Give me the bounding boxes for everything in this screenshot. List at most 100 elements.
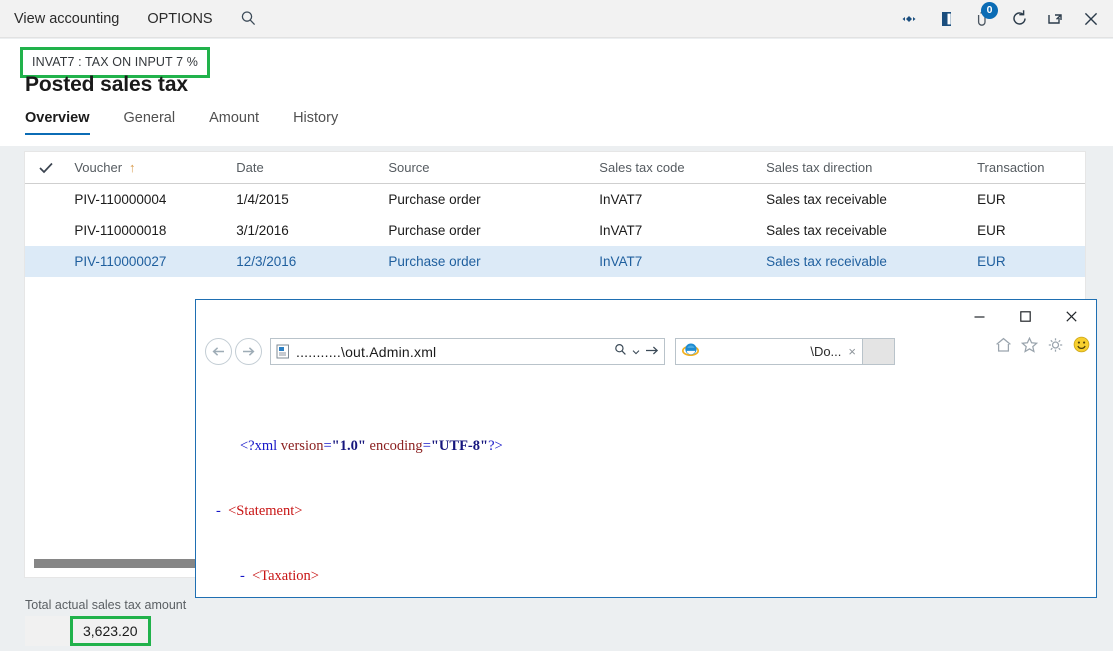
grid-header-row: Voucher ↑ Date Source Sales tax code Sale…	[25, 152, 1085, 184]
xml-eq: =	[323, 437, 332, 454]
xml-eq: =	[422, 437, 431, 454]
total-amount-row: 3,623.20	[25, 616, 425, 646]
browser-tab-title: \Do...	[810, 344, 842, 359]
chevron-down-icon[interactable]	[632, 343, 640, 361]
cell-sales-tax-direction[interactable]: Sales tax receivable	[766, 192, 977, 207]
table-row[interactable]: PIV-110000018 3/1/2016 Purchase order In…	[25, 215, 1085, 246]
tab-strip: Overview General Amount History	[0, 110, 1113, 146]
refresh-icon[interactable]	[1001, 0, 1037, 38]
browser-tab-strip: \Do... ×	[675, 338, 895, 365]
xml-decl-open: <?xml	[240, 437, 281, 454]
tab-general[interactable]: General	[124, 110, 176, 135]
attachments-icon[interactable]: 0	[965, 0, 1001, 38]
tab-close-icon[interactable]: ×	[848, 344, 856, 359]
arrow-right-icon[interactable]	[645, 343, 659, 361]
cell-source[interactable]: Purchase order	[388, 254, 599, 269]
new-tab-button[interactable]	[863, 338, 895, 365]
view-accounting-menu[interactable]: View accounting	[0, 0, 133, 38]
attachments-badge: 0	[981, 1, 998, 19]
column-header-sales-tax-direction[interactable]: Sales tax direction	[766, 160, 977, 175]
totals-section: Total actual sales tax amount 3,623.20	[25, 598, 425, 646]
cell-date[interactable]: 3/1/2016	[236, 223, 388, 238]
cell-source[interactable]: Purchase order	[388, 192, 599, 207]
window-controls	[956, 300, 1094, 333]
topbar-menu-group: View accounting OPTIONS	[0, 0, 271, 37]
cell-sales-tax-code[interactable]: InVAT7	[599, 223, 766, 238]
xml-decl-close: ?>	[488, 437, 503, 454]
popout-icon[interactable]	[1037, 0, 1073, 38]
address-bar-url[interactable]: ...........\out.Admin.xml	[296, 344, 609, 360]
xml-taxation-open-line: - <Taxation>	[216, 568, 1096, 584]
forward-arrow-icon[interactable]	[235, 338, 262, 365]
column-header-transaction[interactable]: Transaction	[977, 160, 1085, 175]
xml-space	[245, 568, 252, 584]
office-app-icon[interactable]	[929, 0, 965, 38]
options-menu[interactable]: OPTIONS	[133, 0, 226, 38]
cell-source[interactable]: Purchase order	[388, 223, 599, 238]
cell-transaction[interactable]: EUR	[977, 192, 1085, 207]
diamond-settings-icon[interactable]	[893, 0, 929, 38]
topbar-icon-group: 0	[893, 0, 1113, 37]
total-amount-label: Total actual sales tax amount	[25, 598, 187, 612]
cell-date[interactable]: 12/3/2016	[236, 254, 388, 269]
browser-command-icons	[995, 336, 1090, 353]
cell-date[interactable]: 1/4/2015	[236, 192, 388, 207]
cell-sales-tax-direction[interactable]: Sales tax receivable	[766, 223, 977, 238]
tab-history[interactable]: History	[293, 110, 338, 135]
app-screen: View accounting OPTIONS 0 INVAT7: TAX O…	[0, 0, 1113, 651]
home-icon[interactable]	[995, 337, 1012, 353]
cell-voucher[interactable]: PIV-110000018	[74, 223, 236, 238]
xml-space	[221, 503, 228, 519]
cell-voucher[interactable]: PIV-110000027	[74, 254, 236, 269]
favorites-star-icon[interactable]	[1021, 336, 1038, 353]
smiley-feedback-icon[interactable]	[1073, 336, 1090, 353]
tab-overview[interactable]: Overview	[25, 110, 90, 135]
column-header-sales-tax-code[interactable]: Sales tax code	[599, 160, 766, 175]
close-button[interactable]	[1048, 302, 1094, 332]
column-header-voucher-label: Voucher	[74, 160, 123, 175]
table-row[interactable]: PIV-110000004 1/4/2015 Purchase order In…	[25, 184, 1085, 215]
record-caption: INVAT7 : TAX ON INPUT 7 %	[32, 55, 198, 69]
xml-declaration-line: <?xml version="1.0" encoding="UTF-8"?>	[216, 438, 1096, 454]
total-amount-highlight: 3,623.20	[70, 616, 151, 646]
sort-ascending-icon: ↑	[129, 160, 136, 175]
internet-explorer-window: ...........\out.Admin.xml \Do... × <?xml…	[195, 299, 1097, 598]
select-all-checkmark-icon[interactable]	[39, 162, 74, 174]
cell-sales-tax-code[interactable]: InVAT7	[599, 254, 766, 269]
cell-transaction[interactable]: EUR	[977, 223, 1085, 238]
column-header-source[interactable]: Source	[388, 160, 599, 175]
column-header-voucher[interactable]: Voucher ↑	[74, 160, 236, 175]
xml-document-viewer[interactable]: <?xml version="1.0" encoding="UTF-8"?> -…	[196, 371, 1096, 597]
xml-statement-open-line: - <Statement>	[216, 503, 1096, 519]
tab-amount[interactable]: Amount	[209, 110, 259, 135]
address-bar-tools	[609, 343, 659, 361]
back-arrow-icon[interactable]	[205, 338, 232, 365]
column-header-date[interactable]: Date	[236, 160, 388, 175]
total-amount-spacer	[25, 616, 70, 646]
close-icon[interactable]	[1073, 0, 1109, 38]
browser-toolbar: ...........\out.Admin.xml \Do... ×	[196, 333, 1096, 370]
search-icon[interactable]	[227, 0, 271, 38]
xml-statement-open: <Statement>	[228, 503, 303, 520]
minimize-button[interactable]	[956, 302, 1002, 332]
page-title: Posted sales tax	[25, 73, 188, 96]
xml-decl-version-name: version	[280, 437, 324, 454]
cell-sales-tax-code[interactable]: InVAT7	[599, 192, 766, 207]
xml-decl-encoding-name: encoding	[369, 437, 423, 454]
search-icon[interactable]	[614, 343, 627, 361]
cell-sales-tax-direction[interactable]: Sales tax receivable	[766, 254, 977, 269]
maximize-button[interactable]	[1002, 302, 1048, 332]
browser-titlebar[interactable]	[196, 300, 1096, 333]
top-command-bar: View accounting OPTIONS 0	[0, 0, 1113, 38]
cell-transaction[interactable]: EUR	[977, 254, 1085, 269]
xml-decl-version-value: "1.0"	[331, 437, 366, 454]
total-amount-value[interactable]: 3,623.20	[83, 623, 138, 639]
browser-tab[interactable]: \Do... ×	[675, 338, 863, 365]
settings-gear-icon[interactable]	[1047, 337, 1064, 353]
xml-source: <?xml version="1.0" encoding="UTF-8"?> -…	[216, 389, 1096, 597]
table-row-selected[interactable]: PIV-110000027 12/3/2016 Purchase order I…	[25, 246, 1085, 277]
xml-document-icon	[276, 344, 290, 359]
cell-voucher[interactable]: PIV-110000004	[74, 192, 236, 207]
xml-decl-encoding-value: "UTF-8"	[430, 437, 489, 454]
address-bar[interactable]: ...........\out.Admin.xml	[270, 338, 665, 365]
